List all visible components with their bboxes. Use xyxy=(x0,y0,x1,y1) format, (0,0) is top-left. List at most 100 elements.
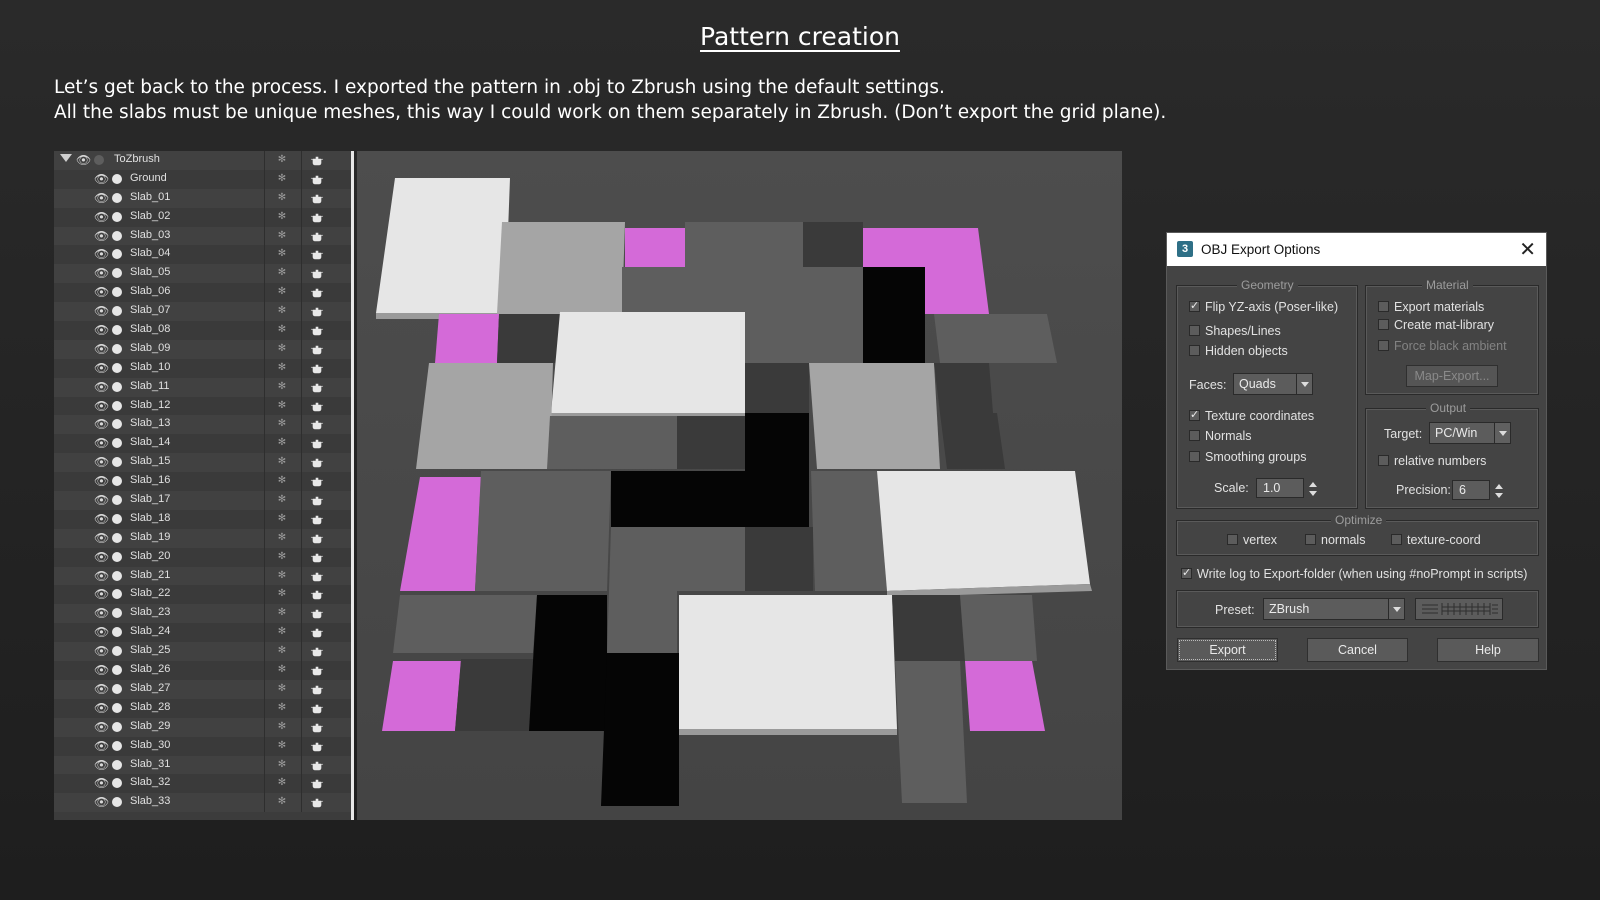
outliner-object-row[interactable]: 👁 Slab_03 ✻ xyxy=(54,226,351,246)
eye-icon[interactable]: 👁 xyxy=(94,644,109,658)
freeze-icon[interactable]: ✻ xyxy=(277,228,287,244)
outliner-object-row[interactable]: 👁 Slab_04 ✻ xyxy=(54,245,351,265)
eye-icon[interactable]: 👁 xyxy=(94,739,109,753)
freeze-icon[interactable]: ✻ xyxy=(277,322,287,338)
cancel-button[interactable]: Cancel xyxy=(1307,638,1408,662)
optimize-texture-coord-checkbox[interactable]: texture-coord xyxy=(1391,533,1481,547)
preset-options-icon[interactable] xyxy=(1415,598,1503,620)
expand-arrow-icon[interactable] xyxy=(60,154,72,162)
shapes-lines-checkbox[interactable]: Shapes/Lines xyxy=(1189,324,1281,338)
spinner-arrows-icon[interactable] xyxy=(1307,479,1319,499)
outliner-object-row[interactable]: 👁 Slab_11 ✻ xyxy=(54,377,351,397)
outliner-object-row[interactable]: 👁 Slab_13 ✻ xyxy=(54,415,351,435)
outliner-object-row[interactable]: 👁 Slab_16 ✻ xyxy=(54,472,351,492)
outliner-object-row[interactable]: 👁 Ground ✻ xyxy=(54,169,351,189)
scale-spinner[interactable]: 1.0 xyxy=(1256,478,1317,498)
viewport[interactable] xyxy=(357,151,1122,820)
eye-icon[interactable]: 👁 xyxy=(94,625,109,639)
eye-icon[interactable]: 👁 xyxy=(94,701,109,715)
outliner-object-row[interactable]: 👁 Slab_01 ✻ xyxy=(54,188,351,208)
eye-icon[interactable]: 👁 xyxy=(94,512,109,526)
faces-select[interactable]: Quads xyxy=(1233,373,1313,395)
outliner-object-row[interactable]: 👁 Slab_25 ✻ xyxy=(54,642,351,662)
outliner-object-row[interactable]: 👁 Slab_08 ✻ xyxy=(54,321,351,340)
texture-coords-checkbox[interactable]: Texture coordinates xyxy=(1189,408,1314,423)
outliner-object-row[interactable]: 👁 Slab_29 ✻ xyxy=(54,717,351,737)
outliner-object-row[interactable]: 👁 Slab_15 ✻ xyxy=(54,453,351,473)
freeze-icon[interactable]: ✻ xyxy=(277,738,287,754)
export-button[interactable]: Export xyxy=(1177,638,1278,662)
eye-icon[interactable]: 👁 xyxy=(94,361,109,375)
freeze-icon[interactable]: ✻ xyxy=(277,473,287,489)
eye-icon[interactable]: 👁 xyxy=(94,191,109,205)
outliner-object-row[interactable]: 👁 Slab_28 ✻ xyxy=(54,698,351,718)
outliner-object-row[interactable]: 👁 Slab_33 ✻ xyxy=(54,793,351,813)
freeze-icon[interactable]: ✻ xyxy=(277,360,287,376)
precision-spinner[interactable]: 6 xyxy=(1452,480,1503,500)
outliner-object-row[interactable]: 👁 Slab_05 ✻ xyxy=(54,264,351,284)
outliner-layer-row[interactable]: 👁 ToZbrush ✻ xyxy=(54,151,351,170)
freeze-icon[interactable]: ✻ xyxy=(277,152,287,168)
freeze-icon[interactable]: ✻ xyxy=(277,246,287,262)
freeze-icon[interactable]: ✻ xyxy=(277,794,287,810)
freeze-icon[interactable]: ✻ xyxy=(277,379,287,395)
help-button[interactable]: Help xyxy=(1437,638,1539,662)
optimize-normals-checkbox[interactable]: normals xyxy=(1305,533,1365,547)
freeze-icon[interactable]: ✻ xyxy=(277,643,287,659)
eye-icon[interactable]: 👁 xyxy=(94,587,109,601)
outliner-object-row[interactable]: 👁 Slab_20 ✻ xyxy=(54,547,351,567)
preset-select[interactable]: ZBrush xyxy=(1263,598,1405,620)
outliner-object-row[interactable]: 👁 Slab_22 ✻ xyxy=(54,585,351,605)
outliner-object-row[interactable]: 👁 Slab_06 ✻ xyxy=(54,283,351,303)
freeze-icon[interactable]: ✻ xyxy=(277,284,287,300)
outliner-object-row[interactable]: 👁 Slab_24 ✻ xyxy=(54,623,351,643)
outliner-object-row[interactable]: 👁 Slab_12 ✻ xyxy=(54,396,351,416)
eye-icon[interactable]: 👁 xyxy=(94,531,109,545)
eye-icon[interactable]: 👁 xyxy=(94,323,109,337)
eye-icon[interactable]: 👁 xyxy=(94,720,109,734)
eye-icon[interactable]: 👁 xyxy=(94,776,109,790)
export-materials-checkbox[interactable]: Export materials xyxy=(1378,300,1484,314)
close-icon[interactable]: ✕ xyxy=(1519,237,1536,262)
eye-icon[interactable]: 👁 xyxy=(94,342,109,356)
freeze-icon[interactable]: ✻ xyxy=(277,492,287,508)
eye-icon[interactable]: 👁 xyxy=(94,417,109,431)
freeze-icon[interactable]: ✻ xyxy=(277,568,287,584)
eye-icon[interactable]: 👁 xyxy=(94,455,109,469)
freeze-icon[interactable]: ✻ xyxy=(277,681,287,697)
target-select[interactable]: PC/Win xyxy=(1429,422,1511,444)
outliner-object-row[interactable]: 👁 Slab_09 ✻ xyxy=(54,339,351,359)
freeze-icon[interactable]: ✻ xyxy=(277,662,287,678)
relative-numbers-checkbox[interactable]: relative numbers xyxy=(1378,454,1486,468)
freeze-icon[interactable]: ✻ xyxy=(277,454,287,470)
freeze-icon[interactable]: ✻ xyxy=(277,719,287,735)
eye-icon[interactable]: 👁 xyxy=(94,380,109,394)
freeze-icon[interactable]: ✻ xyxy=(277,171,287,187)
freeze-icon[interactable]: ✻ xyxy=(277,530,287,546)
outliner-object-row[interactable]: 👁 Slab_23 ✻ xyxy=(54,604,351,624)
force-black-ambient-checkbox[interactable]: Force black ambient xyxy=(1378,339,1507,353)
eye-icon[interactable]: 👁 xyxy=(94,493,109,507)
freeze-icon[interactable]: ✻ xyxy=(277,416,287,432)
map-export-button[interactable]: Map-Export... xyxy=(1406,365,1498,387)
freeze-icon[interactable]: ✻ xyxy=(277,265,287,281)
freeze-icon[interactable]: ✻ xyxy=(277,209,287,225)
eye-icon[interactable]: 👁 xyxy=(94,663,109,677)
write-log-checkbox[interactable]: Write log to Export-folder (when using #… xyxy=(1181,566,1527,581)
eye-icon[interactable]: 👁 xyxy=(94,172,109,186)
eye-icon[interactable]: 👁 xyxy=(94,304,109,318)
freeze-icon[interactable]: ✻ xyxy=(277,398,287,414)
freeze-icon[interactable]: ✻ xyxy=(277,757,287,773)
eye-icon[interactable]: 👁 xyxy=(94,285,109,299)
eye-icon[interactable]: 👁 xyxy=(94,229,109,243)
eye-icon[interactable]: 👁 xyxy=(94,266,109,280)
outliner-object-row[interactable]: 👁 Slab_07 ✻ xyxy=(54,302,351,322)
eye-icon[interactable]: 👁 xyxy=(94,436,109,450)
outliner-object-row[interactable]: 👁 Slab_31 ✻ xyxy=(54,755,351,775)
create-mat-library-checkbox[interactable]: Create mat-library xyxy=(1378,318,1494,332)
flip-yz-checkbox[interactable]: Flip YZ-axis (Poser-like) xyxy=(1189,299,1338,314)
smoothing-groups-checkbox[interactable]: Smoothing groups xyxy=(1189,450,1306,464)
freeze-icon[interactable]: ✻ xyxy=(277,586,287,602)
eye-icon[interactable]: 👁 xyxy=(94,758,109,772)
outliner-object-row[interactable]: 👁 Slab_10 ✻ xyxy=(54,358,351,378)
